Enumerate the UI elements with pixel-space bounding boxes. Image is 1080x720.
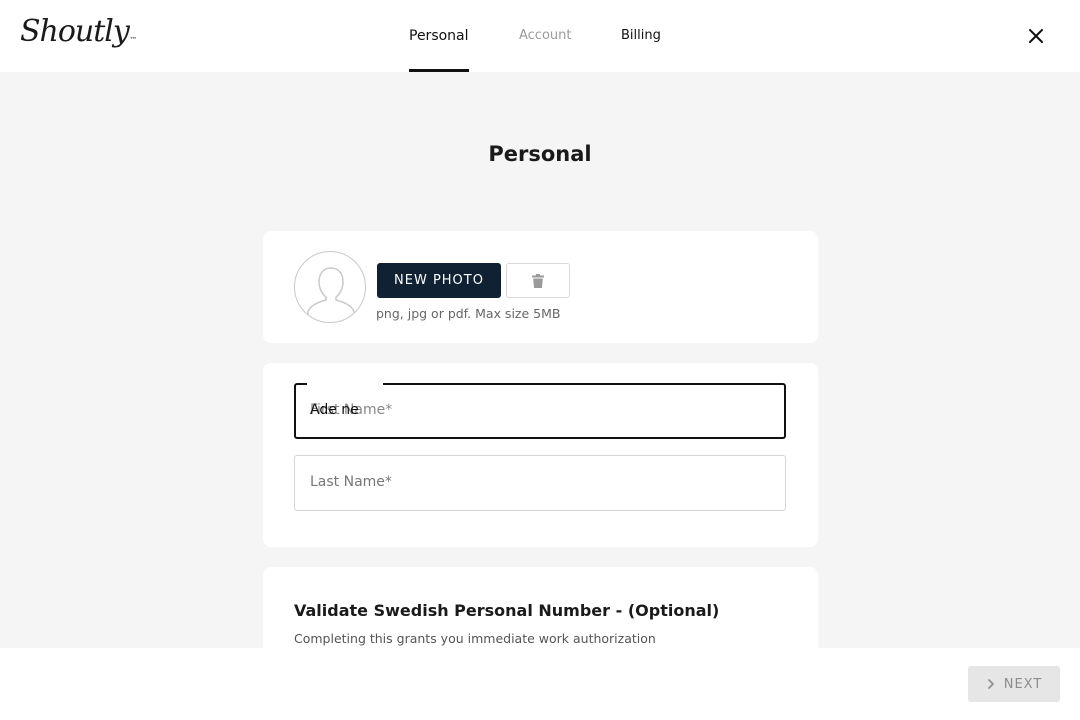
next-button[interactable]: NEXT	[968, 666, 1060, 702]
last-name-field[interactable]: Last Name*	[294, 455, 786, 511]
close-button[interactable]	[1024, 24, 1048, 48]
tab-billing[interactable]: Billing	[621, 0, 661, 72]
page-title: Personal	[488, 142, 592, 166]
tab-personal[interactable]: Personal	[409, 0, 469, 72]
validation-title: Validate Swedish Personal Number - (Opti…	[294, 601, 720, 620]
delete-photo-button[interactable]	[506, 263, 570, 298]
photo-card: NEW PHOTO png, jpg or pdf. Max size 5MB	[263, 231, 818, 343]
step-tabs: Personal Account Billing	[0, 0, 1080, 72]
user-placeholder-icon	[307, 267, 355, 322]
footer-bar: NEXT	[0, 648, 1080, 720]
photo-hint: png, jpg or pdf. Max size 5MB	[376, 306, 561, 321]
first-name-field[interactable]: First Name* Ade ne	[294, 383, 786, 439]
top-bar: Shoutly™ Personal Account Billing	[0, 0, 1080, 72]
name-card: First Name* Ade ne Last Name*	[263, 363, 818, 547]
chevron-right-icon	[987, 679, 994, 689]
avatar	[294, 251, 366, 323]
trash-icon	[532, 273, 544, 288]
new-photo-button[interactable]: NEW PHOTO	[377, 263, 501, 298]
validation-subtitle: Completing this grants you immediate wor…	[294, 631, 656, 646]
last-name-input[interactable]	[295, 456, 785, 510]
next-label: NEXT	[1003, 676, 1043, 692]
tab-account[interactable]: Account	[519, 0, 572, 72]
first-name-input[interactable]	[296, 385, 784, 437]
close-icon	[1029, 29, 1043, 43]
